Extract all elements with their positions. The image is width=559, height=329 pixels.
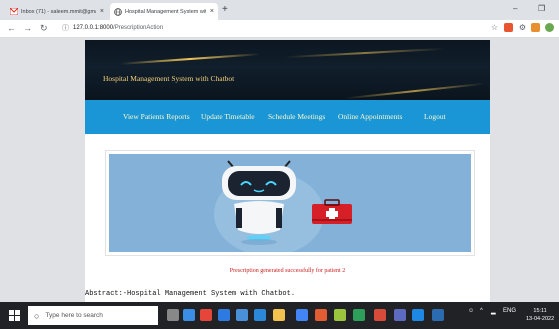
status-message: Prescription generated successfully for … bbox=[229, 268, 346, 274]
new-tab-button[interactable]: + bbox=[222, 4, 228, 15]
page-viewport: Hospital Management System with Chatbot … bbox=[0, 38, 559, 302]
header-banner: Hospital Management System with Chatbot bbox=[85, 40, 490, 100]
back-icon[interactable]: ← bbox=[7, 22, 16, 34]
file-explorer-icon[interactable] bbox=[273, 309, 285, 321]
restore-icon[interactable]: ❐ bbox=[538, 4, 545, 13]
windows-start-icon[interactable] bbox=[9, 310, 20, 321]
robot-doctor-illustration bbox=[214, 160, 352, 252]
address-bar[interactable]: ⓘ 127.0.0.1:8000/PrescriptionAction bbox=[62, 22, 482, 34]
gmail-icon bbox=[10, 8, 18, 16]
search-placeholder: Type here to search bbox=[45, 312, 103, 319]
clock-time: 15:11 bbox=[533, 308, 547, 314]
extension-puzzle-icon[interactable]: ⚙ bbox=[518, 23, 527, 32]
abstract-text: Abstract:-Hospital Management System wit… bbox=[85, 290, 296, 298]
hero-image-frame bbox=[105, 150, 475, 256]
people-icon[interactable]: ☺ bbox=[468, 308, 474, 314]
nav-view-patients-reports[interactable]: View Patients Reports bbox=[123, 112, 190, 121]
url-path: /PrescriptionAction bbox=[113, 25, 164, 31]
url-host: 127.0.0.1:8000 bbox=[73, 25, 114, 31]
clock-date: 13-04-2022 bbox=[526, 316, 555, 322]
nav-update-timetable[interactable]: Update Timetable bbox=[201, 112, 255, 121]
bookmark-star-icon[interactable]: ☆ bbox=[490, 23, 499, 32]
task-view-icon[interactable] bbox=[183, 309, 195, 321]
search-icon: ○ bbox=[34, 310, 40, 321]
taskbar-app-icon[interactable] bbox=[200, 309, 212, 321]
windows-taskbar: ○ Type here to search ☺ ^ ▂ ENG 15:11 13… bbox=[0, 302, 559, 329]
main-nav: View Patients Reports Update Timetable S… bbox=[85, 100, 490, 134]
page-container: Hospital Management System with Chatbot … bbox=[85, 40, 490, 302]
reload-icon[interactable]: ↻ bbox=[40, 22, 48, 34]
forward-icon[interactable]: → bbox=[23, 22, 32, 34]
taskbar-app-icon[interactable] bbox=[432, 309, 444, 321]
nav-schedule-meetings[interactable]: Schedule Meetings bbox=[268, 112, 325, 121]
hero-image bbox=[109, 154, 471, 252]
chrome-icon[interactable] bbox=[296, 309, 308, 321]
extension-icon[interactable] bbox=[531, 23, 540, 32]
taskbar-app-icon[interactable] bbox=[315, 309, 327, 321]
nav-online-appointments[interactable]: Online Appointments bbox=[338, 112, 402, 121]
close-tab-icon[interactable]: × bbox=[210, 8, 214, 15]
taskbar-app-icon[interactable] bbox=[353, 309, 365, 321]
banner-light-streak bbox=[120, 53, 260, 65]
network-icon[interactable]: ▂ bbox=[491, 308, 496, 315]
tab-title: Hospital Management System with... bbox=[125, 8, 206, 15]
language-indicator[interactable]: ENG bbox=[503, 308, 516, 314]
taskbar-search-input[interactable]: ○ Type here to search bbox=[28, 306, 158, 325]
taskbar-clock[interactable]: 15:11 13-04-2022 bbox=[526, 307, 554, 323]
browser-tab-hospital[interactable]: Hospital Management System with... × bbox=[110, 3, 218, 20]
taskbar-app-icon[interactable] bbox=[334, 309, 346, 321]
globe-icon bbox=[114, 7, 122, 16]
browser-tab-gmail[interactable]: Inbox (71) - saleem.mmit@gmail... × bbox=[6, 3, 108, 20]
close-tab-icon[interactable]: × bbox=[100, 8, 104, 15]
mic-icon[interactable] bbox=[167, 309, 179, 321]
taskbar-app-icon[interactable] bbox=[374, 309, 386, 321]
site-title: Hospital Management System with Chatbot bbox=[103, 74, 235, 83]
browser-tab-strip: Inbox (71) - saleem.mmit@gmail... × Hosp… bbox=[0, 0, 559, 20]
edge-icon[interactable] bbox=[218, 309, 230, 321]
taskbar-app-icon[interactable] bbox=[412, 309, 424, 321]
tray-up-arrow-icon[interactable]: ^ bbox=[480, 308, 483, 314]
minimize-icon[interactable]: – bbox=[513, 4, 517, 13]
taskbar-app-icon[interactable] bbox=[394, 309, 406, 321]
banner-light-streak bbox=[285, 47, 445, 59]
nav-logout[interactable]: Logout bbox=[424, 112, 446, 121]
taskbar-app-icon[interactable] bbox=[254, 309, 266, 321]
browser-toolbar: ← → ↻ ⓘ 127.0.0.1:8000/PrescriptionActio… bbox=[0, 20, 559, 38]
extension-icon[interactable] bbox=[504, 23, 513, 32]
profile-avatar-icon[interactable] bbox=[545, 23, 554, 32]
site-info-icon[interactable]: ⓘ bbox=[62, 23, 69, 33]
banner-light-streak bbox=[345, 82, 485, 100]
taskbar-app-icon[interactable] bbox=[236, 309, 248, 321]
tab-title: Inbox (71) - saleem.mmit@gmail... bbox=[21, 8, 96, 15]
